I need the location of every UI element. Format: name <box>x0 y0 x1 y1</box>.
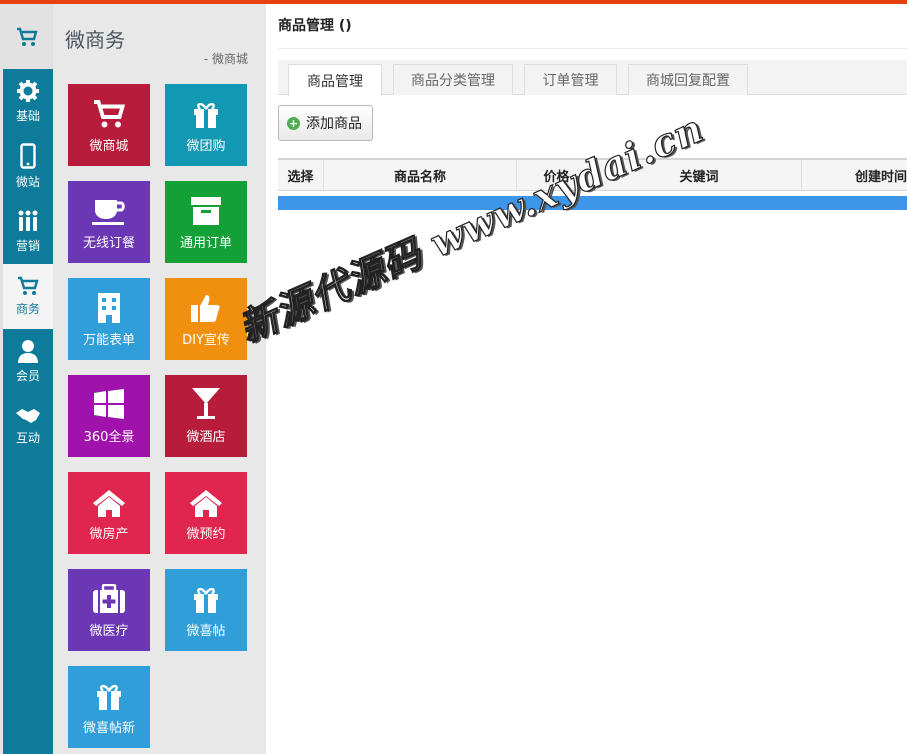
tile-panorama[interactable]: 360全景 <box>68 375 150 457</box>
rail-item-label: 基础 <box>15 109 40 123</box>
tile-label: 微酒店 <box>186 430 226 445</box>
cart-icon <box>94 100 126 128</box>
panel-subtitle: - 微商城 <box>203 52 248 66</box>
tile-general-order[interactable]: 通用订单 <box>165 181 247 263</box>
rail-item-basic[interactable]: 基础 <box>3 69 53 134</box>
rail-item-label: 营销 <box>15 239 40 253</box>
tab-bar: 商品管理 商品分类管理 订单管理 商城回复配置 <box>278 60 907 96</box>
tile-group-buy[interactable]: 微团购 <box>165 84 247 166</box>
icon-rail: 基础 微站 营销 商务 会员 互动 <box>0 4 53 754</box>
tile-label: DIY宣传 <box>182 333 230 348</box>
gear-icon <box>17 80 39 102</box>
module-panel: 微商务 - 微商城 微商城 微团购 无线订餐 通用订单 万能表单 DIY宣传 3… <box>53 4 266 754</box>
rail-nav: 基础 微站 营销 商务 会员 互动 <box>3 69 53 754</box>
tab-order-management[interactable]: 订单管理 <box>524 64 617 95</box>
home-icon <box>190 490 222 517</box>
rail-logo <box>0 4 53 69</box>
rail-item-label: 会员 <box>15 369 40 383</box>
tab-category-management[interactable]: 商品分类管理 <box>393 64 513 95</box>
rail-item-interact[interactable]: 互动 <box>3 394 53 459</box>
tab-product-management[interactable]: 商品管理 <box>288 64 382 96</box>
tile-real-estate[interactable]: 微房产 <box>68 472 150 554</box>
tab-reply-config[interactable]: 商城回复配置 <box>628 64 748 95</box>
tile-label: 微预约 <box>186 527 226 542</box>
tile-ordering[interactable]: 无线订餐 <box>68 181 150 263</box>
cart-icon <box>16 27 38 46</box>
tile-booking[interactable]: 微预约 <box>165 472 247 554</box>
panel-title: 微商务 <box>65 28 125 52</box>
tile-invitation[interactable]: 微喜帖 <box>165 569 247 651</box>
tile-label: 无线订餐 <box>82 236 135 251</box>
rail-item-commerce[interactable]: 商务 <box>3 264 53 329</box>
cocktail-icon <box>192 388 220 419</box>
column-select: 选择 <box>278 160 324 191</box>
column-created-time: 创建时间 <box>854 170 907 185</box>
cup-icon <box>92 200 125 225</box>
rail-item-member[interactable]: 会员 <box>3 329 53 394</box>
tile-label: 微房产 <box>89 527 129 542</box>
tile-medical[interactable]: 微医疗 <box>68 569 150 651</box>
tile-label: 360全景 <box>83 430 135 445</box>
phone-icon <box>20 143 36 169</box>
tile-invitation-new[interactable]: 微喜帖新 <box>68 666 150 748</box>
tile-label: 微喜帖 <box>186 624 226 639</box>
tile-label: 微医疗 <box>89 624 129 639</box>
rail-item-marketing[interactable]: 营销 <box>3 199 53 264</box>
tile-diy-promo[interactable]: DIY宣传 <box>165 278 247 360</box>
tile-forms[interactable]: 万能表单 <box>68 278 150 360</box>
user-icon <box>18 340 38 363</box>
main-content: 商品管理 () 商品管理 商品分类管理 订单管理 商城回复配置 + 添加商品 选… <box>266 4 907 754</box>
rail-item-label: 微站 <box>15 175 40 189</box>
tile-label: 微商城 <box>89 139 129 154</box>
rail-item-label: 商务 <box>15 302 40 316</box>
gift-icon <box>194 102 218 128</box>
medkit-icon <box>93 584 125 613</box>
building-icon <box>98 293 120 323</box>
plus-icon: + <box>287 116 300 130</box>
add-product-label: 添加商品 <box>306 116 362 132</box>
rail-item-label: 互动 <box>15 431 40 445</box>
handshake-icon <box>16 409 40 423</box>
tile-label: 通用订单 <box>179 236 232 251</box>
home-icon <box>93 490 125 517</box>
tile-mall[interactable]: 微商城 <box>68 84 150 166</box>
tile-label: 微团购 <box>186 139 226 154</box>
gift-icon <box>194 587 218 613</box>
people-icon <box>18 210 38 231</box>
tile-label: 万能表单 <box>82 333 135 348</box>
add-product-button[interactable]: + 添加商品 <box>278 105 373 141</box>
windows-icon <box>94 389 124 419</box>
thumbs-up-icon <box>191 295 220 322</box>
archive-icon <box>191 197 221 225</box>
rail-item-site[interactable]: 微站 <box>3 134 53 199</box>
gift-icon <box>97 684 121 710</box>
cart-icon <box>18 276 39 295</box>
page-title: 商品管理 () <box>278 18 352 34</box>
tile-hotel[interactable]: 微酒店 <box>165 375 247 457</box>
tile-label: 微喜帖新 <box>82 721 135 736</box>
title-divider <box>278 48 907 49</box>
